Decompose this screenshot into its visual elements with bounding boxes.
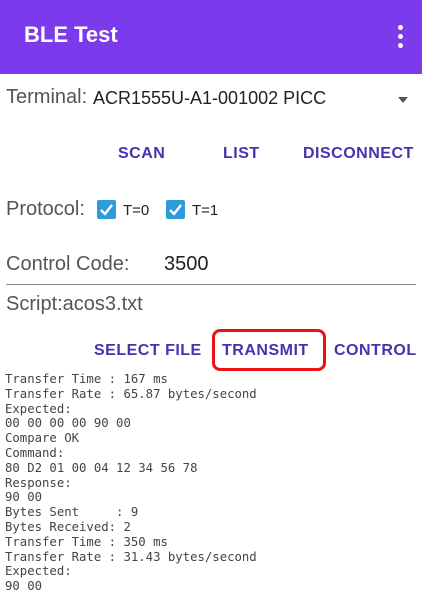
log-line: Expected: <box>5 564 72 579</box>
log-line: Transfer Time : 167 ms <box>5 372 168 386</box>
dropdown-arrow-icon[interactable] <box>398 97 408 103</box>
transmit-highlight-box <box>212 329 326 371</box>
log-line: Compare OK <box>5 431 80 446</box>
log-line: 90 00 <box>5 490 43 505</box>
app-bar: BLE Test <box>0 0 422 74</box>
t0-checkbox[interactable] <box>97 200 116 219</box>
protocol-row: Protocol: T=0 T=1 <box>6 195 416 225</box>
log-line: Command: <box>5 445 65 460</box>
app-title: BLE Test <box>24 22 118 47</box>
log-line: 90 00 <box>5 579 43 594</box>
disconnect-button[interactable]: DISCONNECT <box>303 145 414 163</box>
check-icon <box>169 204 182 216</box>
control-code-value[interactable]: 3500 <box>164 253 209 276</box>
log-line: Transfer Rate : 31.43 bytes/second <box>5 549 257 564</box>
log-text: Transfer Time : 167 ms Transfer Rate : 6… <box>5 372 420 594</box>
list-button[interactable]: LIST <box>223 145 260 163</box>
t1-label: T=1 <box>192 202 219 219</box>
response-log[interactable]: Transfer Time : 167 ms Transfer Rate : 6… <box>5 372 420 615</box>
scan-button[interactable]: SCAN <box>118 145 165 163</box>
check-icon <box>100 204 113 216</box>
log-line: Transfer Time : 350 ms <box>5 534 168 549</box>
terminal-selector[interactable]: Terminal: ACR1555U-A1-001002 PICC <box>6 82 416 112</box>
select-file-button[interactable]: SELECT FILE <box>94 342 202 360</box>
script-label: Script:acos3.txt <box>6 293 143 315</box>
control-code-field[interactable]: Control Code: 3500 <box>6 250 416 285</box>
log-line: Transfer Rate : 65.87 bytes/second <box>5 386 257 401</box>
terminal-value: ACR1555U-A1-001002 PICC <box>93 88 327 108</box>
control-code-label: Control Code: <box>6 253 130 275</box>
protocol-label: Protocol: <box>6 198 85 220</box>
more-vert-icon[interactable] <box>388 18 412 54</box>
terminal-label: Terminal: <box>6 86 88 108</box>
log-line: 00 00 00 00 90 00 <box>5 416 131 431</box>
log-line: 80 D2 01 00 04 12 34 56 78 <box>5 460 198 475</box>
log-line: Expected: <box>5 401 72 416</box>
t1-checkbox[interactable] <box>166 200 185 219</box>
t0-label: T=0 <box>123 202 150 219</box>
log-line: Response: <box>5 475 72 490</box>
log-line: Bytes Received: 2 <box>5 519 131 534</box>
control-button[interactable]: CONTROL <box>334 342 417 360</box>
log-line: Bytes Sent : 9 <box>5 505 139 520</box>
